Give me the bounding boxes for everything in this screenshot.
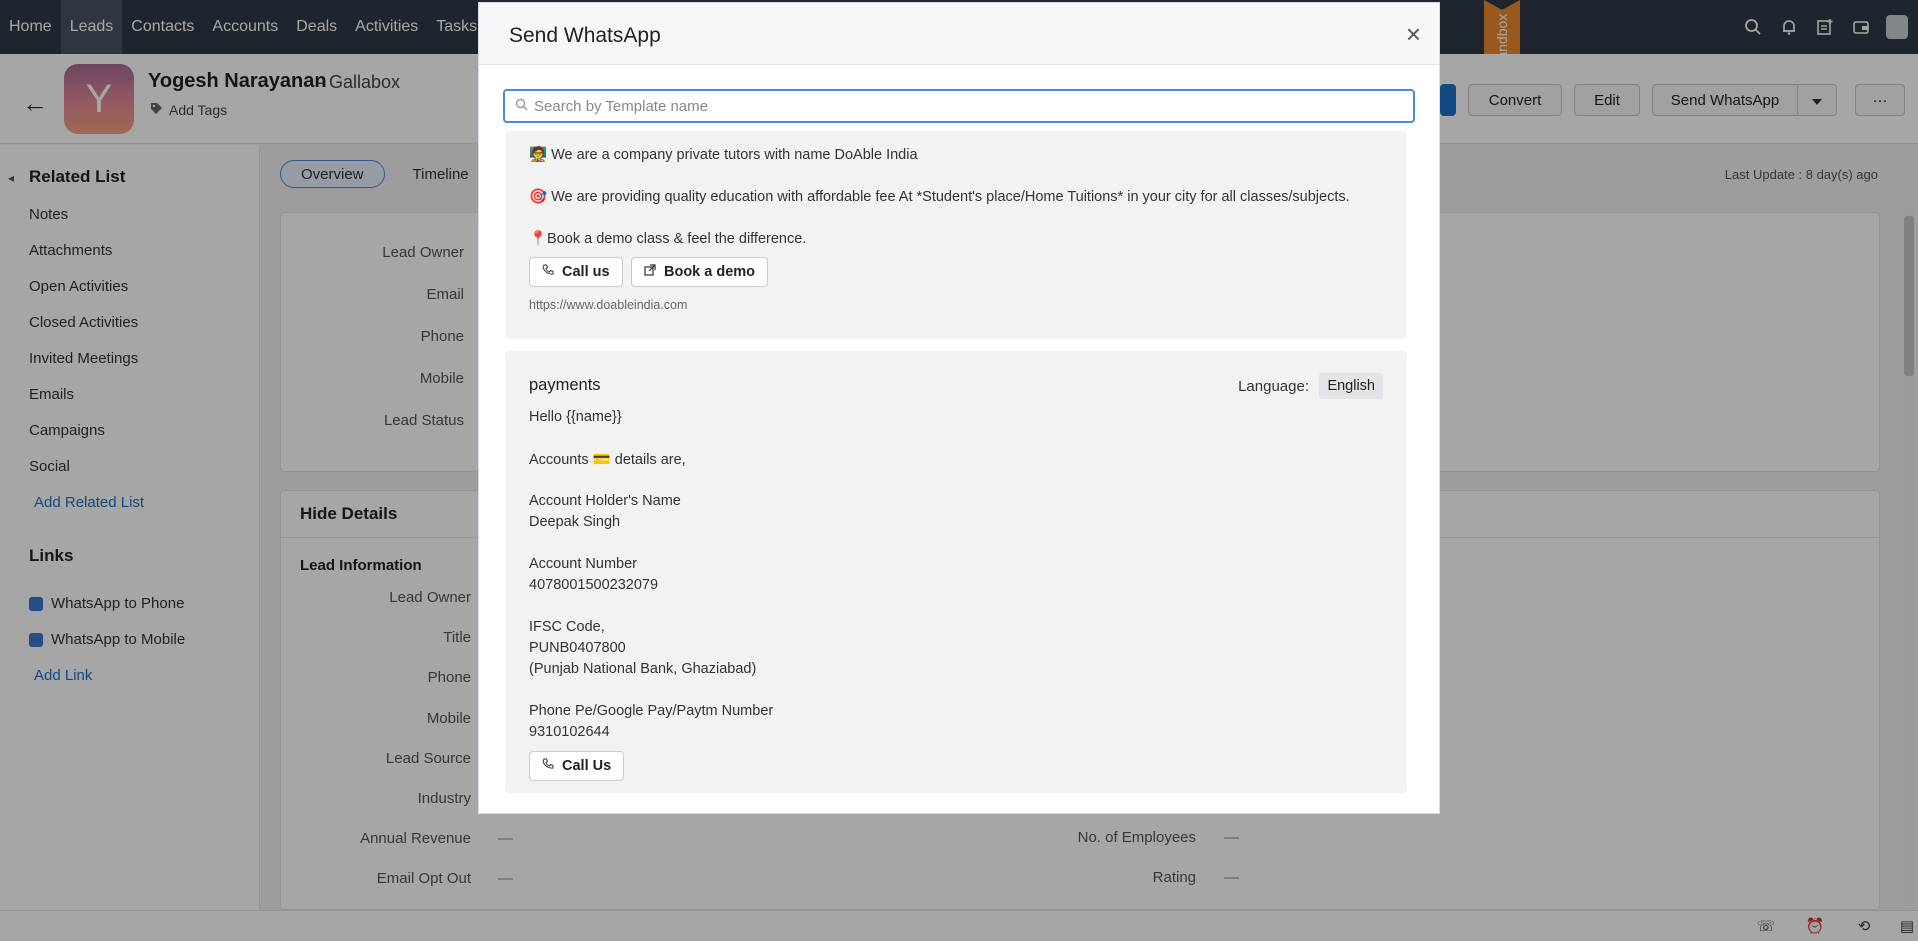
send-whatsapp-modal: Send WhatsApp × 🧑‍🏫 We are a company pri… [478,2,1440,814]
template-text-line: 9310102644 [529,724,610,740]
template-text-line: Hello {{name}} [529,409,622,425]
template-text-line: Accounts 💳 details are, [529,452,686,468]
template-text-line: 📍Book a demo class & feel the difference… [529,231,807,247]
template-text-line: 🎯 We are providing quality education wit… [529,189,1350,205]
template-text-line: 🧑‍🏫 We are a company private tutors with… [529,147,918,163]
template-text-line: Deepak Singh [529,514,621,530]
language-badge: English [1319,373,1383,399]
language-label: Language: [1238,378,1309,395]
template-text-line: 4078001500232079 [529,577,659,593]
template-url: https://www.doableindia.com [529,298,688,312]
close-icon[interactable]: × [1406,19,1421,50]
call-us-button[interactable]: Call us [529,257,623,287]
button-label: Book a demo [664,264,756,280]
template-search[interactable] [503,89,1415,123]
template-card[interactable]: payments Language: English Hello {{name}… [505,351,1407,793]
template-search-input[interactable] [534,97,1394,115]
template-text-line: Account Number [529,556,637,572]
template-text-line: (Punjab National Bank, Ghaziabad) [529,661,757,677]
book-a-demo-button[interactable]: Book a demo [631,257,769,287]
button-label: Call Us [562,758,612,774]
phone-icon [542,264,554,280]
template-text-line: Phone Pe/Google Pay/Paytm Number [529,703,774,719]
modal-title: Send WhatsApp [509,24,661,47]
template-text-line: PUNB0407800 [529,640,626,656]
template-name: payments [529,376,601,394]
template-text-line: IFSC Code, [529,619,605,635]
call-us-button[interactable]: Call Us [529,751,625,781]
search-icon [515,98,528,114]
button-label: Call us [562,264,610,280]
phone-icon [542,758,554,774]
template-text-line: Account Holder's Name [529,493,681,509]
template-card[interactable]: 🧑‍🏫 We are a company private tutors with… [505,131,1407,339]
modal-header: Send WhatsApp × [479,3,1439,65]
external-link-icon [644,264,656,280]
